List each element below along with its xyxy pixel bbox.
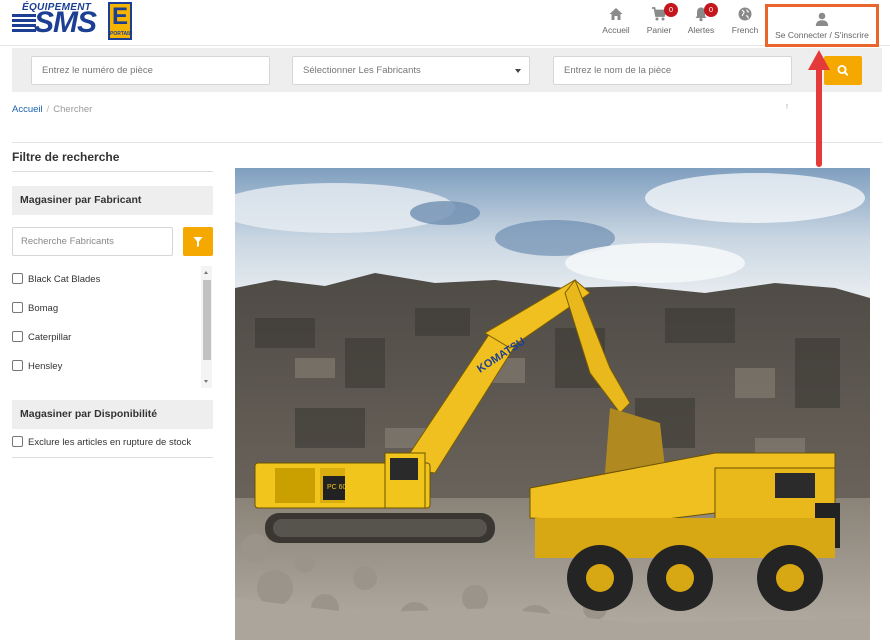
- nav-cart[interactable]: 0 Panier: [642, 3, 678, 40]
- manufacturer-item[interactable]: Black Cat Blades: [12, 273, 100, 287]
- login-register-link[interactable]: Se Connecter / S'inscrire: [765, 4, 879, 47]
- manufacturer-item[interactable]: Bomag: [12, 302, 58, 316]
- manufacturer-search-placeholder: Recherche Fabricants: [21, 236, 114, 247]
- logo-brand-text: SMS: [34, 6, 97, 39]
- checkbox[interactable]: [12, 273, 23, 284]
- scroll-down-icon[interactable]: [204, 380, 208, 383]
- manufacturer-item-label: Caterpillar: [28, 332, 72, 343]
- login-register-label: Se Connecter / S'inscrire: [775, 30, 869, 40]
- availability-section-header: Magasiner par Disponibilité: [12, 400, 213, 429]
- manufacturer-list-scrollbar[interactable]: [201, 266, 212, 388]
- nav-home-label: Accueil: [602, 25, 630, 35]
- part-number-input[interactable]: Entrez le numéro de pièce: [31, 56, 270, 85]
- breadcrumb: Accueil / Chercher: [12, 104, 92, 115]
- manufacturer-item-label: Black Cat Blades: [28, 274, 101, 285]
- scrollbar-thumb[interactable]: [203, 280, 211, 360]
- chevron-down-icon: [515, 69, 521, 73]
- home-icon: [609, 8, 623, 20]
- availability-divider: [12, 457, 213, 458]
- scroll-up-icon[interactable]: [204, 271, 208, 274]
- manufacturer-search-input[interactable]: Recherche Fabricants: [12, 227, 173, 256]
- part-name-placeholder: Entrez le nom de la pièce: [564, 65, 672, 76]
- excavator-truck-illustration: KOMATSU PC 600: [235, 168, 870, 640]
- globe-icon: [738, 7, 752, 21]
- annotation-arrow: [808, 50, 830, 167]
- part-name-input[interactable]: Entrez le nom de la pièce: [553, 56, 792, 85]
- breadcrumb-home-link[interactable]: Accueil: [12, 104, 43, 115]
- manufacturer-item[interactable]: Hensley: [12, 360, 62, 374]
- nav-language-label: French: [731, 25, 759, 35]
- manufacturer-item-label: Bomag: [28, 303, 59, 314]
- user-icon: [815, 12, 829, 26]
- exclude-out-of-stock-label: Exclure les articles en rupture de stock: [28, 437, 192, 448]
- logo-stripes: [12, 14, 36, 36]
- manufacturer-list: Black Cat Blades Bomag Caterpillar Hensl…: [12, 266, 213, 388]
- manufacturer-select-value: Sélectionner Les Fabricants: [303, 65, 421, 76]
- sms-logo[interactable]: ÉQUIPEMENT SMS E PORTAIL: [12, 2, 134, 40]
- nav-home[interactable]: Accueil: [600, 6, 632, 40]
- logo-badge-text: PORTAIL: [110, 31, 132, 37]
- manufacturer-item[interactable]: Caterpillar: [12, 331, 71, 345]
- manufacturer-section-header: Magasiner par Fabricant: [12, 186, 213, 215]
- nav-cart-label: Panier: [646, 25, 672, 35]
- checkbox[interactable]: [12, 331, 23, 342]
- alerts-count-badge: 0: [704, 3, 718, 17]
- exclude-out-of-stock-option[interactable]: Exclure les articles en rupture de stock: [12, 436, 191, 450]
- nav-alerts-label: Alertes: [687, 25, 715, 35]
- funnel-icon: [193, 237, 203, 247]
- divider: [12, 142, 882, 143]
- logo-badge-letter: E: [112, 3, 129, 30]
- manufacturer-item-label: Hensley: [28, 361, 63, 372]
- cart-count-badge: 0: [664, 3, 678, 17]
- hero-image: KOMATSU PC 600: [235, 168, 870, 640]
- top-header: ÉQUIPEMENT SMS E PORTAIL Accueil 0 Panie…: [0, 0, 890, 46]
- manufacturer-select[interactable]: Sélectionner Les Fabricants: [292, 56, 530, 85]
- excavator-model-text: PC 600: [327, 484, 350, 491]
- checkbox[interactable]: [12, 436, 23, 447]
- checkbox[interactable]: [12, 302, 23, 313]
- manufacturer-filter-button[interactable]: [183, 227, 213, 256]
- search-bar: Entrez le numéro de pièce Sélectionner L…: [12, 48, 882, 92]
- breadcrumb-extra-mark: !: [786, 104, 788, 111]
- logo-portal-badge: E PORTAIL: [108, 2, 132, 40]
- part-number-placeholder: Entrez le numéro de pièce: [42, 65, 153, 76]
- filter-title: Filtre de recherche: [12, 150, 120, 164]
- filter-divider: [12, 171, 213, 172]
- nav-alerts[interactable]: 0 Alertes: [684, 3, 718, 40]
- nav-language[interactable]: French: [728, 6, 762, 40]
- breadcrumb-separator: /: [46, 104, 50, 115]
- checkbox[interactable]: [12, 360, 23, 371]
- breadcrumb-current: Chercher: [53, 104, 93, 115]
